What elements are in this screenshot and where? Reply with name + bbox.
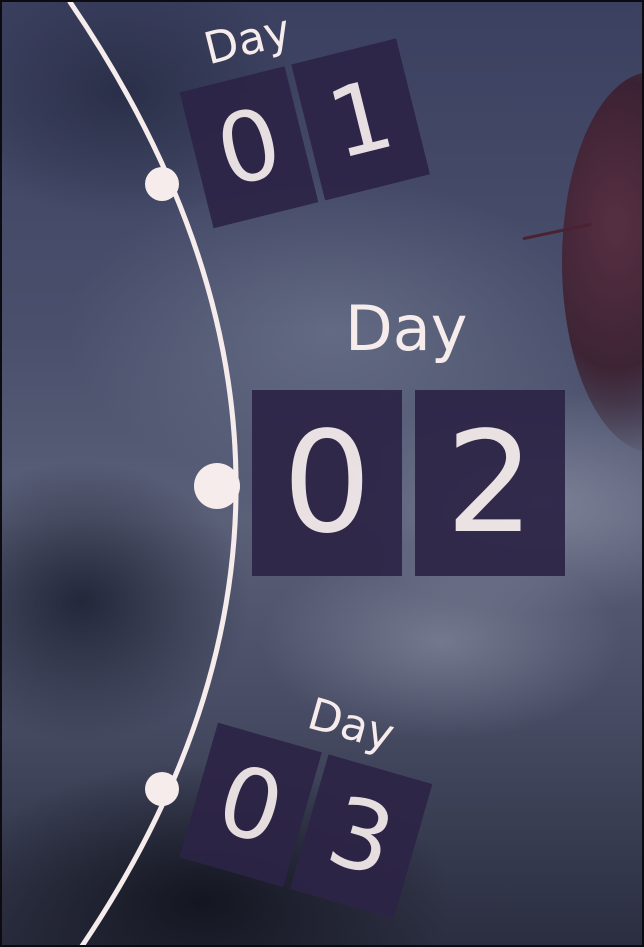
day-select-screen: Day 0 1 Day 0 2 Day 0 3 (0, 0, 644, 947)
day-02-label: Day (345, 292, 468, 365)
day-02-tens-digit: 0 (252, 390, 402, 576)
day-02-ones-digit: 2 (415, 390, 565, 576)
day-01-label: Day (199, 4, 296, 76)
day-02-node[interactable] (194, 463, 240, 509)
day-02-card[interactable]: Day 0 2 (250, 292, 570, 582)
day-01-node[interactable] (145, 167, 179, 201)
